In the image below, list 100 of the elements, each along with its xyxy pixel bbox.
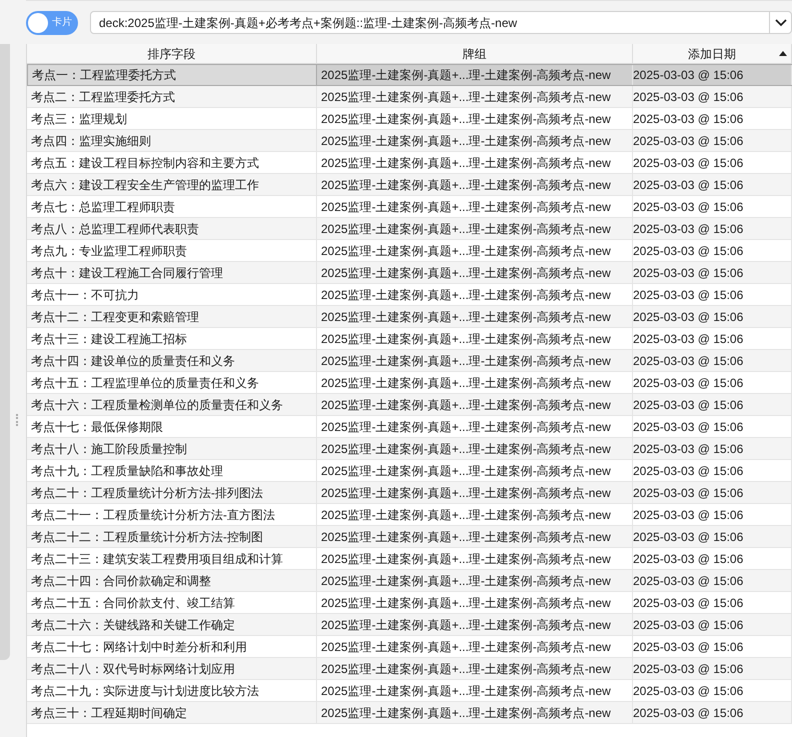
table-cell-text: 2025-03-03 @ 15:06 [633, 660, 744, 678]
table-row[interactable]: 考点七：总监理工程师职责 2025监理-土建案例-真题+...理-土建案例-高频考点-new 2025-03-03 @ 15:06 [27, 196, 792, 218]
table-cell-text: 2025-03-03 @ 15:06 [633, 396, 744, 414]
table-row[interactable]: 考点十七：最低保修期限 2025监理-土建案例-真题+...理-土建案例-高频考点-new 2025-03-03 @ 15:06 [27, 416, 792, 438]
table-row[interactable]: 考点一：工程监理委托方式 2025监理-土建案例-真题+...理-土建案例-高频考点-new 2025-03-03 @ 15:06 [27, 64, 792, 86]
table-cell-text: 2025监理-土建案例-真题+...理-土建案例-高频考点-new [321, 154, 611, 172]
table-cell-text: 2025监理-土建案例-真题+...理-土建案例-高频考点-new [321, 110, 611, 128]
table-cell-text: 2025-03-03 @ 15:06 [633, 616, 744, 634]
table-row[interactable]: 考点十九：工程质量缺陷和事故处理 2025监理-土建案例-真题+...理-土建案例-高频考点-new 2025-03-03 @ 15:06 [27, 460, 792, 482]
table-row[interactable]: 考点十四：建设单位的质量责任和义务 2025监理-土建案例-真题+...理-土建案例-高频考点-new 2025-03-03 @ 15:06 [27, 350, 792, 372]
table-cell-text: 2025监理-土建案例-真题+...理-土建案例-高频考点-new [321, 704, 611, 722]
table-row[interactable]: 考点二十二：工程质量统计分析方法-控制图 2025监理-土建案例-真题+...理-土建案例-高频考点-new 2025-03-03 @ 15:06 [27, 526, 792, 548]
table-cell-text: 2025-03-03 @ 15:06 [633, 572, 744, 590]
table-cell-text: 2025监理-土建案例-真题+...理-土建案例-高频考点-new [321, 396, 611, 414]
table-cell-text: 考点十六：工程质量检测单位的质量责任和义务 [31, 396, 283, 414]
table-cell-text: 2025监理-土建案例-真题+...理-土建案例-高频考点-new [321, 506, 611, 524]
table-cell-text: 2025-03-03 @ 15:06 [633, 374, 744, 392]
table-row[interactable]: 考点二十八：双代号时标网络计划应用 2025监理-土建案例-真题+...理-土建案例-高频考点-new 2025-03-03 @ 15:06 [27, 658, 792, 680]
search-combobox[interactable]: deck:2025监理-土建案例-真题+必考考点+案例题::监理-土建案例-高频考点-new [90, 11, 792, 34]
table-cell-text: 2025监理-土建案例-真题+...理-土建案例-高频考点-new [321, 594, 611, 612]
table-row[interactable]: 考点五：建设工程目标控制内容和主要方式 2025监理-土建案例-真题+...理-土建案例-高频考点-new 2025-03-03 @ 15:06 [27, 152, 792, 174]
table-cell-text: 2025监理-土建案例-真题+...理-土建案例-高频考点-new [321, 176, 611, 194]
table-cell-text: 考点十五：工程监理单位的质量责任和义务 [31, 374, 259, 392]
table-row[interactable]: 考点八：总监理工程师代表职责 2025监理-土建案例-真题+...理-土建案例-高频考点-new 2025-03-03 @ 15:06 [27, 218, 792, 240]
table-cell-text: 2025-03-03 @ 15:06 [633, 418, 744, 436]
table-cell-text: 考点十七：最低保修期限 [31, 418, 163, 436]
column-header[interactable]: 排序字段 [27, 44, 317, 63]
table-cell-text: 2025监理-土建案例-真题+...理-土建案例-高频考点-new [321, 616, 611, 634]
table-cell-text: 2025监理-土建案例-真题+...理-土建案例-高频考点-new [321, 67, 611, 84]
table-cell-text: 2025-03-03 @ 15:06 [633, 176, 744, 194]
table-cell-text: 2025-03-03 @ 15:06 [633, 528, 744, 546]
table-cell-text: 2025监理-土建案例-真题+...理-土建案例-高频考点-new [321, 308, 611, 326]
table-cell-text: 2025-03-03 @ 15:06 [633, 242, 744, 260]
table-cell-text: 考点二十三：建筑安装工程费用项目组成和计算 [31, 550, 283, 568]
table-cell-text: 2025-03-03 @ 15:06 [633, 352, 744, 370]
table-cell-text: 考点二十二：工程质量统计分析方法-控制图 [31, 528, 263, 546]
table-cell-text: 2025监理-土建案例-真题+...理-土建案例-高频考点-new [321, 572, 611, 590]
table-row[interactable]: 考点十：建设工程施工合同履行管理 2025监理-土建案例-真题+...理-土建案例-高频考点-new 2025-03-03 @ 15:06 [27, 262, 792, 284]
table-cell-text: 考点四：监理实施细则 [31, 132, 151, 150]
table-cell-text: 2025监理-土建案例-真题+...理-土建案例-高频考点-new [321, 374, 611, 392]
table-cell-text: 2025监理-土建案例-真题+...理-土建案例-高频考点-new [321, 198, 611, 216]
table-cell-text: 2025监理-土建案例-真题+...理-土建案例-高频考点-new [321, 330, 611, 348]
table-row[interactable]: 考点二十一：工程质量统计分析方法-直方图法 2025监理-土建案例-真题+...理-土建案例-高频考点-new 2025-03-03 @ 15:06 [27, 504, 792, 526]
table-cell-text: 考点二十：工程质量统计分析方法-排列图法 [31, 484, 263, 502]
table-cell-text: 2025-03-03 @ 15:06 [633, 308, 744, 326]
table-row[interactable]: 考点三：监理规划 2025监理-土建案例-真题+...理-土建案例-高频考点-new 2025-03-03 @ 15:06 [27, 108, 792, 130]
table-cell-text: 考点一：工程监理委托方式 [32, 67, 176, 84]
table-cell-text: 考点十四：建设单位的质量责任和义务 [31, 352, 235, 370]
splitter-handle-icon[interactable] [16, 414, 20, 426]
table-cell-text: 2025-03-03 @ 15:06 [633, 154, 744, 172]
table-cell-text: 考点七：总监理工程师职责 [31, 198, 175, 216]
table-cell-text: 2025-03-03 @ 15:06 [633, 88, 744, 106]
table-row[interactable]: 考点十八：施工阶段质量控制 2025监理-土建案例-真题+...理-土建案例-高频考点-new 2025-03-03 @ 15:06 [27, 438, 792, 460]
table-row[interactable]: 考点二十七：网络计划中时差分析和利用 2025监理-土建案例-真题+...理-土建案例-高频考点-new 2025-03-03 @ 15:06 [27, 636, 792, 658]
table-cell-text: 2025监理-土建案例-真题+...理-土建案例-高频考点-new [321, 220, 611, 238]
table-cell-text: 2025-03-03 @ 15:06 [633, 132, 744, 150]
table-cell-text: 考点二十七：网络计划中时差分析和利用 [31, 638, 247, 656]
table-cell-text: 考点五：建设工程目标控制内容和主要方式 [31, 154, 259, 172]
table-cell-text: 2025-03-03 @ 15:06 [633, 440, 744, 458]
table-row[interactable]: 考点六：建设工程安全生产管理的监理工作 2025监理-土建案例-真题+...理-土建案例-高频考点-new 2025-03-03 @ 15:06 [27, 174, 792, 196]
table-cell-text: 2025-03-03 @ 15:06 [633, 330, 744, 348]
table-row[interactable]: 考点九：专业监理工程师职责 2025监理-土建案例-真题+...理-土建案例-高频考点-new 2025-03-03 @ 15:06 [27, 240, 792, 262]
table-row[interactable]: 考点十三：建设工程施工招标 2025监理-土建案例-真题+...理-土建案例-高频考点-new 2025-03-03 @ 15:06 [27, 328, 792, 350]
table-cell-text: 2025-03-03 @ 15:06 [633, 110, 744, 128]
table-cell-text: 2025监理-土建案例-真题+...理-土建案例-高频考点-new [321, 352, 611, 370]
table-cell-text: 2025-03-03 @ 15:06 [633, 462, 744, 480]
table-cell-text: 考点十三：建设工程施工招标 [31, 330, 187, 348]
table-cell-text: 2025监理-土建案例-真题+...理-土建案例-高频考点-new [321, 418, 611, 436]
table-cell-text: 2025监理-土建案例-真题+...理-土建案例-高频考点-new [321, 462, 611, 480]
table-cell-text: 2025监理-土建案例-真题+...理-土建案例-高频考点-new [321, 132, 611, 150]
table-cell-text: 考点二十四：合同价款确定和调整 [31, 572, 211, 590]
table-row[interactable]: 考点二：工程监理委托方式 2025监理-土建案例-真题+...理-土建案例-高频考点-new 2025-03-03 @ 15:06 [27, 86, 792, 108]
table-cell-text: 2025监理-土建案例-真题+...理-土建案例-高频考点-new [321, 286, 611, 304]
table-cell-text: 2025监理-土建案例-真题+...理-土建案例-高频考点-new [321, 528, 611, 546]
chevron-down-icon [774, 18, 786, 26]
table-cell-text: 2025监理-土建案例-真题+...理-土建案例-高频考点-new [321, 682, 611, 700]
table-row[interactable]: 考点二十：工程质量统计分析方法-排列图法 2025监理-土建案例-真题+...理-土建案例-高频考点-new 2025-03-03 @ 15:06 [27, 482, 792, 504]
table-row[interactable]: 考点二十六：关键线路和关键工作确定 2025监理-土建案例-真题+...理-土建案例-高频考点-new 2025-03-03 @ 15:06 [27, 614, 792, 636]
table-cell-text: 2025-03-03 @ 15:06 [633, 67, 744, 84]
table-cell-text: 2025监理-土建案例-真题+...理-土建案例-高频考点-new [321, 440, 611, 458]
table-row[interactable]: 考点二十九：实际进度与计划进度比较方法 2025监理-土建案例-真题+...理-土建案例-高频考点-new 2025-03-03 @ 15:06 [27, 680, 792, 702]
table-row[interactable]: 考点十二：工程变更和索赔管理 2025监理-土建案例-真题+...理-土建案例-高频考点-new 2025-03-03 @ 15:06 [27, 306, 792, 328]
table-row[interactable]: 考点二十三：建筑安装工程费用项目组成和计算 2025监理-土建案例-真题+...理-土建案例-高频考点-new 2025-03-03 @ 15:06 [27, 548, 792, 570]
table-cell-text: 考点十九：工程质量缺陷和事故处理 [31, 462, 223, 480]
table-row[interactable]: 考点十一：不可抗力 2025监理-土建案例-真题+...理-土建案例-高频考点-new 2025-03-03 @ 15:06 [27, 284, 792, 306]
table-row[interactable]: 考点三十：工程延期时间确定 2025监理-土建案例-真题+...理-土建案例-高频考点-new 2025-03-03 @ 15:06 [27, 702, 792, 724]
table-row[interactable]: 考点二十四：合同价款确定和调整 2025监理-土建案例-真题+...理-土建案例-高频考点-new 2025-03-03 @ 15:06 [27, 570, 792, 592]
column-header[interactable]: 添加日期 [633, 44, 792, 63]
table-row[interactable]: 考点二十五：合同价款支付、竣工结算 2025监理-土建案例-真题+...理-土建案例-高频考点-new 2025-03-03 @ 15:06 [27, 592, 792, 614]
table-row[interactable]: 考点四：监理实施细则 2025监理-土建案例-真题+...理-土建案例-高频考点-new 2025-03-03 @ 15:06 [27, 130, 792, 152]
table-row[interactable]: 考点十六：工程质量检测单位的质量责任和义务 2025监理-土建案例-真题+...理-土建案例-高频考点-new 2025-03-03 @ 15:06 [27, 394, 792, 416]
column-header[interactable]: 牌组 [317, 44, 633, 63]
table-cell-text: 考点二十一：工程质量统计分析方法-直方图法 [31, 506, 275, 524]
table-cell-text: 2025-03-03 @ 15:06 [633, 198, 744, 216]
table-cell-text: 2025-03-03 @ 15:06 [633, 638, 744, 656]
table-cell-text: 考点三：监理规划 [31, 110, 127, 128]
table-row[interactable]: 考点十五：工程监理单位的质量责任和义务 2025监理-土建案例-真题+...理-土建案例-高频考点-new 2025-03-03 @ 15:06 [27, 372, 792, 394]
table-cell-text: 考点六：建设工程安全生产管理的监理工作 [31, 176, 259, 194]
table-cell-text: 考点二：工程监理委托方式 [31, 88, 175, 106]
table-cell-text: 2025-03-03 @ 15:06 [633, 264, 744, 282]
